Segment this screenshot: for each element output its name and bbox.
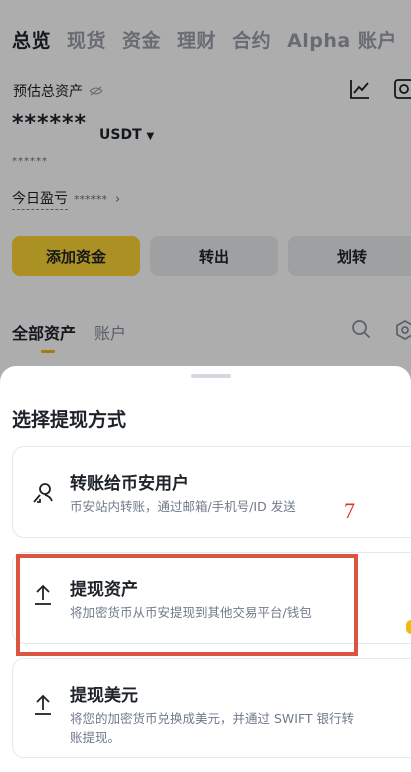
option-description: 将您的加密货币兑换成美元，并通过 SWIFT 银行转账提现。 bbox=[70, 711, 355, 745]
option-description: 币安站内转账，通过邮箱/手机号/ID 发送 bbox=[70, 499, 296, 514]
option-title: 转账给币安用户 bbox=[70, 474, 189, 494]
floating-assist-dot[interactable] bbox=[406, 620, 411, 634]
step-annotation-number: 7 bbox=[344, 498, 355, 523]
user-transfer-icon bbox=[33, 483, 53, 503]
option-withdraw-usd[interactable]: 提现美元 将您的加密货币兑换成美元，并通过 SWIFT 银行转账提现。 bbox=[12, 658, 411, 758]
sheet-drag-handle[interactable] bbox=[191, 374, 231, 378]
option-transfer-to-binance-user[interactable]: 转账给币安用户 币安站内转账，通过邮箱/手机号/ID 发送 bbox=[12, 446, 411, 538]
highlight-annotation-box bbox=[16, 554, 358, 656]
upload-icon bbox=[35, 694, 51, 715]
sheet-title: 选择提现方式 bbox=[12, 409, 127, 431]
option-title: 提现美元 bbox=[70, 686, 138, 706]
